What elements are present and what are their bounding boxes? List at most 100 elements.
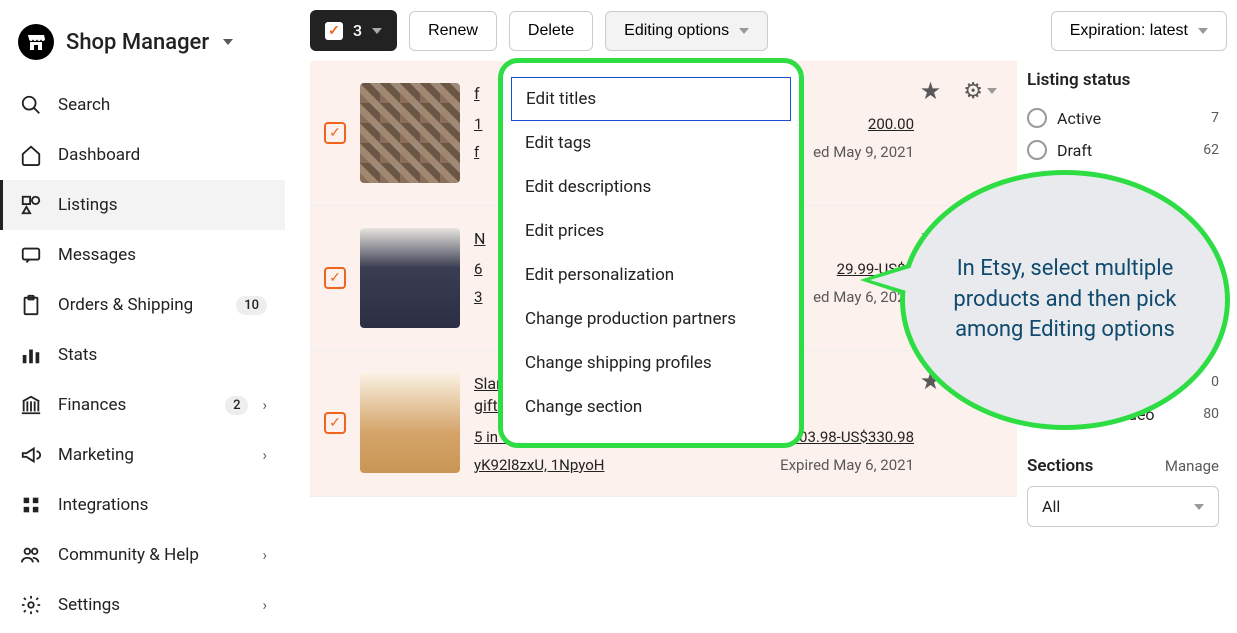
renew-button[interactable]: Renew: [409, 11, 497, 51]
star-icon[interactable]: ★: [920, 77, 942, 105]
listing-price: 200.00: [868, 115, 914, 133]
radio-count: 7: [1211, 110, 1219, 126]
badge-count: 2: [225, 396, 248, 415]
sidebar: Shop Manager Search Dashboard Listings M…: [0, 0, 285, 633]
listing-checkbox[interactable]: ✓: [324, 83, 346, 183]
badge-count: 10: [236, 296, 267, 315]
dropdown-item-edit-personalization[interactable]: Edit personalization: [505, 253, 797, 297]
sections-select[interactable]: All: [1027, 486, 1219, 527]
chat-icon: [18, 242, 44, 268]
main-content: ✓ 3 Renew Delete Editing options Expirat…: [300, 0, 1237, 633]
sidebar-item-label: Settings: [58, 595, 248, 615]
listing-stock[interactable]: 6: [474, 260, 482, 278]
people-icon: [18, 542, 44, 568]
sidebar-item-label: Community & Help: [58, 545, 248, 565]
sidebar-item-finances[interactable]: Finances 2 ›: [0, 380, 285, 430]
chevron-right-icon: ›: [262, 546, 267, 564]
caret-down-icon: [739, 28, 749, 34]
speech-bubble: In Etsy, select multiple products and th…: [900, 170, 1230, 430]
sidebar-item-marketing[interactable]: Marketing ›: [0, 430, 285, 480]
home-icon: [18, 142, 44, 168]
sidebar-item-stats[interactable]: Stats: [0, 330, 285, 380]
shop-logo-icon: [18, 24, 54, 60]
annotation-text: In Etsy, select multiple products and th…: [935, 254, 1195, 346]
caret-down-icon: [372, 28, 382, 34]
shop-manager-dropdown[interactable]: Shop Manager: [0, 10, 285, 80]
sidebar-item-label: Orders & Shipping: [58, 295, 222, 315]
chevron-right-icon: ›: [262, 396, 267, 414]
checkbox-checked-icon: ✓: [325, 22, 343, 40]
listing-expired: Expired May 6, 2021: [780, 456, 914, 474]
sidebar-item-listings[interactable]: Listings: [0, 180, 285, 230]
listing-status-heading: Listing status: [1027, 70, 1219, 90]
sidebar-item-label: Messages: [58, 245, 267, 265]
dropdown-item-change-partners[interactable]: Change production partners: [505, 297, 797, 341]
dropdown-item-edit-prices[interactable]: Edit prices: [505, 209, 797, 253]
sidebar-item-settings[interactable]: Settings ›: [0, 580, 285, 630]
radio-count: 62: [1203, 142, 1219, 158]
grid-icon: [18, 492, 44, 518]
caret-down-icon: [987, 88, 997, 94]
caret-down-icon: [223, 39, 233, 45]
sidebar-item-search[interactable]: Search: [0, 80, 285, 130]
sidebar-item-label: Stats: [58, 345, 267, 365]
radio-label: Draft: [1057, 141, 1193, 160]
sidebar-item-integrations[interactable]: Integrations: [0, 480, 285, 530]
radio-icon: [1027, 140, 1047, 160]
caret-down-icon: [1198, 28, 1208, 34]
sidebar-item-dashboard[interactable]: Dashboard: [0, 130, 285, 180]
listing-thumbnail[interactable]: [360, 228, 460, 328]
radio-icon: [1027, 108, 1047, 128]
delete-button[interactable]: Delete: [509, 11, 593, 51]
dropdown-item-edit-titles[interactable]: Edit titles: [511, 77, 791, 121]
dropdown-item-edit-tags[interactable]: Edit tags: [505, 121, 797, 165]
search-icon: [18, 92, 44, 118]
sidebar-item-community[interactable]: Community & Help ›: [0, 530, 285, 580]
status-radio-draft[interactable]: Draft 62: [1027, 134, 1219, 166]
editing-options-dropdown: Edit titles Edit tags Edit descriptions …: [498, 58, 804, 448]
shop-title: Shop Manager: [66, 30, 209, 55]
sidebar-item-label: Listings: [58, 195, 267, 215]
listing-sku[interactable]: 3: [474, 288, 482, 306]
clipboard-icon: [18, 292, 44, 318]
listing-sku[interactable]: yK92l8zxU, 1NpyoH: [474, 456, 604, 474]
listing-thumbnail[interactable]: [360, 373, 460, 473]
dropdown-item-edit-descriptions[interactable]: Edit descriptions: [505, 165, 797, 209]
selected-count-button[interactable]: ✓ 3: [310, 10, 397, 51]
chevron-right-icon: ›: [262, 596, 267, 614]
sections-heading: Sections: [1027, 456, 1093, 476]
selected-count: 3: [353, 21, 362, 40]
status-radio-active[interactable]: Active 7: [1027, 102, 1219, 134]
sidebar-item-messages[interactable]: Messages: [0, 230, 285, 280]
bars-icon: [18, 342, 44, 368]
listing-checkbox[interactable]: ✓: [324, 373, 346, 474]
sidebar-item-label: Finances: [58, 395, 211, 415]
caret-down-icon: [1194, 504, 1204, 510]
sidebar-item-label: Search: [58, 95, 267, 115]
sidebar-item-orders[interactable]: Orders & Shipping 10: [0, 280, 285, 330]
dropdown-item-change-section[interactable]: Change section: [505, 385, 797, 429]
shapes-icon: [18, 192, 44, 218]
editing-options-button[interactable]: Editing options: [605, 11, 768, 51]
manage-sections-link[interactable]: Manage: [1165, 457, 1219, 475]
expiration-sort-button[interactable]: Expiration: latest: [1051, 11, 1227, 51]
listing-thumbnail[interactable]: [360, 83, 460, 183]
toolbar: ✓ 3 Renew Delete Editing options Expirat…: [300, 0, 1237, 61]
listing-sku[interactable]: f: [474, 143, 479, 161]
megaphone-icon: [18, 442, 44, 468]
gear-icon: [18, 592, 44, 618]
listing-expired: ed May 9, 2021: [813, 143, 914, 161]
sidebar-item-label: Dashboard: [58, 145, 267, 165]
sidebar-item-label: Marketing: [58, 445, 248, 465]
bank-icon: [18, 392, 44, 418]
annotation-callout: In Etsy, select multiple products and th…: [860, 170, 1230, 430]
listing-stock[interactable]: 1: [474, 115, 482, 133]
expiration-label: Expiration: latest: [1070, 22, 1188, 40]
editing-options-label: Editing options: [624, 22, 729, 40]
sections-value: All: [1042, 497, 1060, 516]
listing-checkbox[interactable]: ✓: [324, 228, 346, 328]
chevron-right-icon: ›: [262, 446, 267, 464]
listing-menu-button[interactable]: ⚙: [963, 79, 997, 104]
sidebar-item-label: Integrations: [58, 495, 267, 515]
dropdown-item-change-shipping[interactable]: Change shipping profiles: [505, 341, 797, 385]
